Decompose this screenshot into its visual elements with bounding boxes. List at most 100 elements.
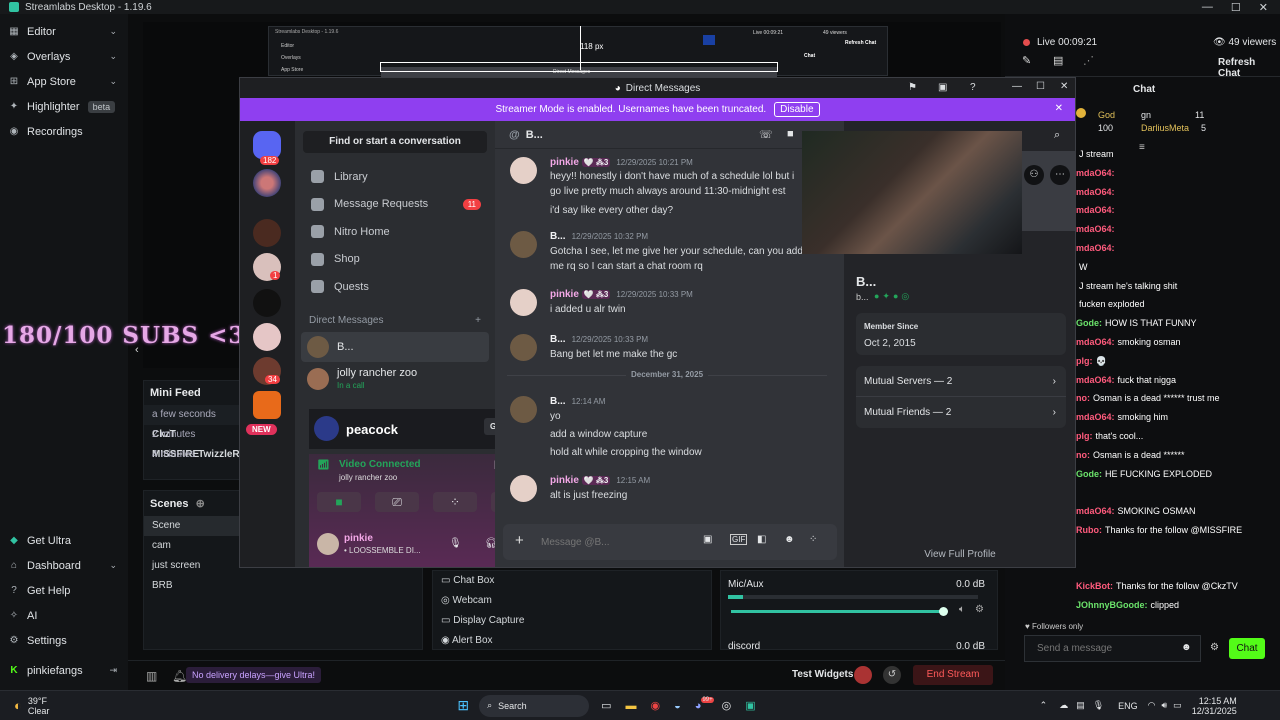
share-icon[interactable]: ⋰: [1083, 54, 1094, 67]
add-attachment-icon[interactable]: +: [515, 532, 524, 549]
task-view-icon[interactable]: ▭: [601, 699, 611, 712]
inbox-icon[interactable]: ▣: [938, 82, 947, 93]
layout-icon[interactable]: ▤: [1053, 54, 1063, 67]
server-icon[interactable]: [253, 219, 281, 247]
test-widgets-button[interactable]: Test Widgets: [792, 669, 853, 680]
network-icon[interactable]: ◠: [1148, 700, 1156, 711]
sidebar-user[interactable]: Kpinkiefangs ⇥: [0, 658, 128, 683]
emoji-icon[interactable]: ☻: [784, 534, 795, 545]
minimize-icon[interactable]: —: [1202, 1, 1213, 14]
stats-icon[interactable]: ▥: [146, 669, 157, 683]
source-item[interactable]: ◉ Alert Box: [433, 631, 711, 651]
chat-username[interactable]: mdaO64:: [1076, 337, 1115, 347]
chat-username[interactable]: mdaO64:: [1076, 187, 1115, 197]
volume-slider[interactable]: [731, 610, 943, 613]
dm-item[interactable]: B...: [301, 331, 489, 362]
gif-icon[interactable]: GIF: [730, 534, 748, 545]
selection-box[interactable]: [380, 62, 778, 72]
maximize-icon[interactable]: ☐: [1231, 1, 1241, 14]
taskbar-search[interactable]: ⌕ Search: [479, 694, 590, 717]
chat-username[interactable]: mdaO64:: [1076, 412, 1115, 422]
sidebar-item-get-ultra[interactable]: ◆ Get Ultra: [0, 528, 128, 553]
chat-username[interactable]: no:: [1076, 393, 1090, 403]
chat-username[interactable]: plg:: [1076, 356, 1093, 366]
source-item[interactable]: ◎ Webcam: [433, 591, 711, 611]
camera-button[interactable]: ■: [317, 492, 361, 512]
mic-icon[interactable]: 🎙︎: [449, 538, 462, 549]
dm-nav-quests[interactable]: Quests: [295, 273, 495, 301]
sidebar-item-editor[interactable]: ▦ Editor ⌄: [0, 19, 128, 44]
dm-nav-message-requests[interactable]: Message Requests 11: [295, 191, 495, 219]
chat-username[interactable]: mdaO64:: [1076, 243, 1115, 253]
tray-chevron-icon[interactable]: ⌃: [1040, 700, 1048, 711]
source-item[interactable]: ▭ Display Capture: [433, 611, 711, 631]
feed-row[interactable]: a few seconds CkzT: [144, 405, 242, 440]
discord-taskbar-icon[interactable]: ◕: [695, 700, 702, 712]
close-icon[interactable]: ✕: [1060, 81, 1068, 92]
feed-row[interactable]: 2 minutes MISSFIRE: [144, 425, 242, 460]
clock[interactable]: 12:15 AM 12/31/2025: [1192, 696, 1237, 716]
view-full-profile-link[interactable]: View Full Profile: [844, 549, 1075, 560]
server-icon[interactable]: [253, 169, 281, 197]
dm-nav-library[interactable]: Library: [295, 163, 495, 191]
screenshare-button[interactable]: ⎚: [375, 492, 419, 512]
add-dm-icon[interactable]: +: [475, 315, 481, 326]
sidebar-item-highlighter[interactable]: ✦ Highlighter beta: [0, 94, 128, 119]
chrome-icon[interactable]: ◉: [651, 699, 661, 712]
steam-icon[interactable]: ◒: [674, 700, 681, 712]
chat-username[interactable]: mdaO64:: [1076, 224, 1115, 234]
chat-username[interactable]: Gode:: [1076, 318, 1102, 328]
minimize-icon[interactable]: —: [1012, 81, 1022, 92]
source-item[interactable]: ▭ Chat Box: [433, 571, 711, 591]
windows-start-icon[interactable]: ⊞: [457, 697, 469, 714]
sidebar-item-dashboard[interactable]: ⌂ Dashboard ⌄: [0, 553, 128, 578]
chat-username[interactable]: plg:: [1076, 431, 1093, 441]
sidebar-item-ai[interactable]: ✧ AI: [0, 603, 128, 628]
server-icon[interactable]: [253, 289, 281, 317]
sidebar-item-get-help[interactable]: ? Get Help: [0, 578, 128, 603]
sidebar-item-overlays[interactable]: ◈ Overlays ⌄: [0, 44, 128, 69]
file-explorer-icon[interactable]: ▬: [626, 700, 637, 712]
chat-username[interactable]: JOhnnyBGoode:: [1076, 600, 1148, 610]
chat-username[interactable]: mdaO64:: [1076, 205, 1115, 215]
feed-row[interactable]: 4 minutes TwizzleR: [144, 445, 242, 465]
volume-slider-handle[interactable]: [939, 607, 948, 616]
sidebar-item-recordings[interactable]: ◉ Recordings: [0, 119, 128, 144]
battery-icon[interactable]: ▭: [1173, 700, 1182, 711]
edit-icon[interactable]: ✎: [1022, 54, 1031, 67]
dm-home-icon[interactable]: [253, 131, 281, 159]
chat-username[interactable]: mdaO64:: [1076, 375, 1115, 385]
weather-widget[interactable]: 39°F Clear: [28, 696, 50, 716]
server-icon[interactable]: [253, 391, 281, 419]
volume-icon[interactable]: 🔊︎: [1162, 700, 1168, 711]
find-conversation-button[interactable]: Find or start a conversation: [303, 131, 487, 153]
dm-nav-shop[interactable]: Shop: [295, 246, 495, 274]
video-icon[interactable]: ■: [787, 128, 794, 140]
more-icon[interactable]: ⋯: [1050, 165, 1070, 185]
close-icon[interactable]: ✕: [1259, 1, 1268, 14]
pin-icon[interactable]: ⚑: [908, 82, 917, 93]
emote-icon[interactable]: ☻: [1181, 642, 1192, 653]
add-friend-icon[interactable]: ⚇: [1024, 165, 1044, 185]
ultra-promo[interactable]: No delivery delays—give Ultra!: [186, 667, 322, 683]
scene-item[interactable]: BRB: [144, 576, 422, 596]
sidebar-item-app-store[interactable]: ⊞ App Store ⌄: [0, 69, 128, 94]
chat-username[interactable]: no:: [1076, 450, 1090, 460]
maximize-icon[interactable]: ☐: [1036, 81, 1045, 92]
chat-username[interactable]: KickBot:: [1076, 581, 1113, 591]
obs-icon[interactable]: ◎: [722, 699, 732, 712]
activities-button[interactable]: ⁘: [433, 492, 477, 512]
gear-icon[interactable]: ⚙: [975, 604, 984, 615]
gear-icon[interactable]: ⚙: [1210, 642, 1219, 653]
gift-icon[interactable]: ▣: [703, 534, 712, 545]
mutual-friends-row[interactable]: Mutual Friends — 2 ›: [856, 397, 1066, 428]
server-icon[interactable]: [253, 323, 281, 351]
message-input[interactable]: [541, 532, 691, 552]
add-scene-icon[interactable]: ⊕: [196, 498, 205, 510]
call-icon[interactable]: ☏: [759, 128, 773, 141]
record-button[interactable]: [854, 666, 872, 684]
search-icon[interactable]: ⌕: [1054, 129, 1060, 142]
notification-icon[interactable]: 🔔︎: [172, 669, 187, 683]
sidebar-item-settings[interactable]: ⚙ Settings: [0, 628, 128, 653]
dm-nav-nitro[interactable]: Nitro Home: [295, 218, 495, 246]
